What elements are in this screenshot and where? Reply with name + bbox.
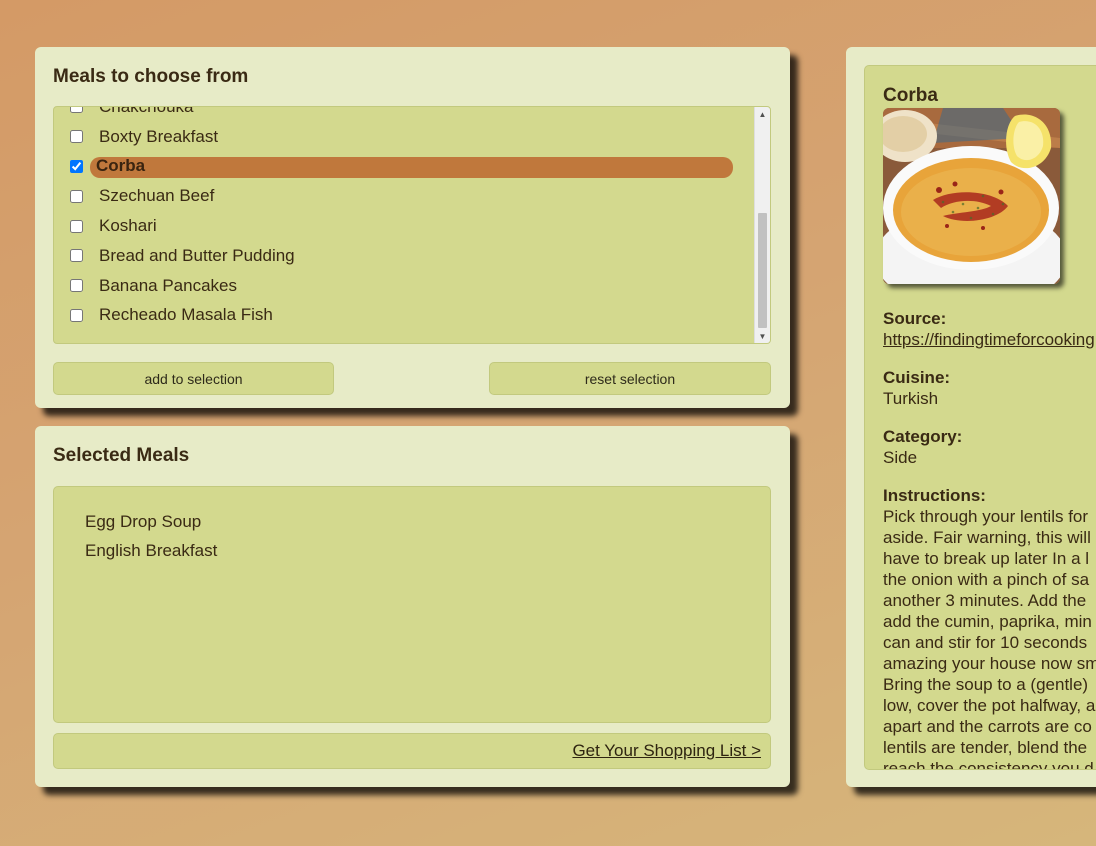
- meal-option[interactable]: Szechuan Beef: [54, 181, 754, 211]
- meal-option[interactable]: Bread and Butter Pudding: [54, 241, 754, 271]
- reset-selection-button[interactable]: reset selection: [489, 362, 771, 395]
- meal-option-label: Chakchouka: [99, 106, 194, 116]
- meal-option-label: Banana Pancakes: [99, 275, 237, 295]
- meal-option-label: Boxty Breakfast: [99, 126, 219, 146]
- selected-meal-item: English Breakfast: [85, 541, 218, 560]
- instructions-line: Pick through your lentils for: [883, 507, 1089, 526]
- instructions-line: another 3 minutes. Add the: [883, 591, 1087, 610]
- shopping-list-bar: Get Your Shopping List >: [53, 733, 771, 769]
- meal-checkbox[interactable]: [70, 279, 83, 293]
- selected-meal-item: Egg Drop Soup: [85, 512, 202, 531]
- category-value: Side: [883, 448, 918, 467]
- cuisine-label: Cuisine:: [883, 368, 951, 387]
- meal-details-card: Corba Source: https://findingtimeforcook…: [864, 65, 1096, 770]
- meal-details-title: Corba: [883, 85, 938, 106]
- cuisine-value: Turkish: [883, 389, 939, 408]
- meal-option-label: Recheado Masala Fish: [99, 305, 273, 325]
- meal-checkbox[interactable]: [70, 308, 83, 322]
- instructions-line: can and stir for 10 seconds: [883, 633, 1088, 652]
- meal-option-label: Szechuan Beef: [99, 186, 215, 206]
- meal-checkbox[interactable]: [70, 107, 83, 114]
- meal-image: [883, 108, 1060, 284]
- meal-checkbox[interactable]: [70, 130, 83, 144]
- meal-checkbox[interactable]: [70, 159, 83, 173]
- meal-option-label: Bread and Butter Pudding: [99, 245, 295, 265]
- instructions-line: apart and the carrots are co: [883, 717, 1092, 736]
- meal-option-label: Corba: [96, 156, 146, 176]
- meal-option[interactable]: Corba: [54, 152, 754, 182]
- source-link[interactable]: https://findingtimeforcooking: [883, 329, 1096, 350]
- meal-option[interactable]: Boxty Breakfast: [54, 122, 754, 152]
- category-label: Category:: [883, 427, 963, 446]
- instructions-line: have to break up later In a l: [883, 549, 1090, 568]
- instructions-line: low, cover the pot halfway, a: [883, 696, 1096, 715]
- instructions-line: the onion with a pinch of sa: [883, 570, 1090, 589]
- meal-details-body: Source: https://findingtimeforcooking Cu…: [883, 308, 1096, 770]
- meal-option[interactable]: Chakchouka: [54, 106, 754, 122]
- meal-option[interactable]: Banana Pancakes: [54, 271, 754, 301]
- meal-checkbox[interactable]: [70, 249, 83, 263]
- scroll-up-arrow-icon[interactable]: ▲: [755, 107, 770, 121]
- instructions-line: reach the consistency you d: [883, 759, 1094, 770]
- add-to-selection-button[interactable]: add to selection: [53, 362, 334, 395]
- meal-list-scrollbar[interactable]: ▲ ▼: [754, 107, 770, 343]
- meals-panel: Meals to choose from Chakchouka Boxty Bre…: [35, 47, 790, 408]
- instructions-line: amazing your house now sm: [883, 654, 1096, 673]
- instructions-line: Bring the soup to a (gentle): [883, 675, 1089, 694]
- meal-checkbox[interactable]: [70, 219, 83, 233]
- instructions-text: Pick through your lentils for aside. Fair…: [883, 506, 1096, 770]
- scrollbar-thumb[interactable]: [758, 213, 767, 328]
- soup-bowl-image: [883, 108, 1060, 284]
- instructions-line: aside. Fair warning, this will: [883, 528, 1091, 547]
- selected-meals-panel: Selected Meals Egg Drop Soup English Bre…: [35, 426, 790, 787]
- meal-option-label: Koshari: [99, 216, 157, 236]
- meals-panel-title: Meals to choose from: [53, 66, 249, 87]
- meal-checkbox[interactable]: [70, 189, 83, 203]
- selected-meals-title: Selected Meals: [53, 445, 190, 466]
- meal-option[interactable]: Koshari: [54, 211, 754, 241]
- meal-list[interactable]: Chakchouka Boxty Breakfast Corba Szechuan B…: [53, 106, 771, 344]
- source-label: Source:: [883, 309, 947, 328]
- scroll-down-arrow-icon[interactable]: ▼: [755, 329, 770, 343]
- shopping-list-link[interactable]: Get Your Shopping List >: [572, 741, 761, 761]
- instructions-line: lentils are tender, blend the: [883, 738, 1088, 757]
- selected-meals-list: Egg Drop Soup English Breakfast: [53, 486, 771, 723]
- instructions-label: Instructions:: [883, 486, 986, 505]
- instructions-line: add the cumin, paprika, min: [883, 612, 1092, 631]
- selected-highlight: [90, 156, 733, 178]
- meal-details-panel: Corba Source: https://findingtimeforcook…: [846, 47, 1096, 787]
- meal-option[interactable]: Recheado Masala Fish: [54, 301, 754, 331]
